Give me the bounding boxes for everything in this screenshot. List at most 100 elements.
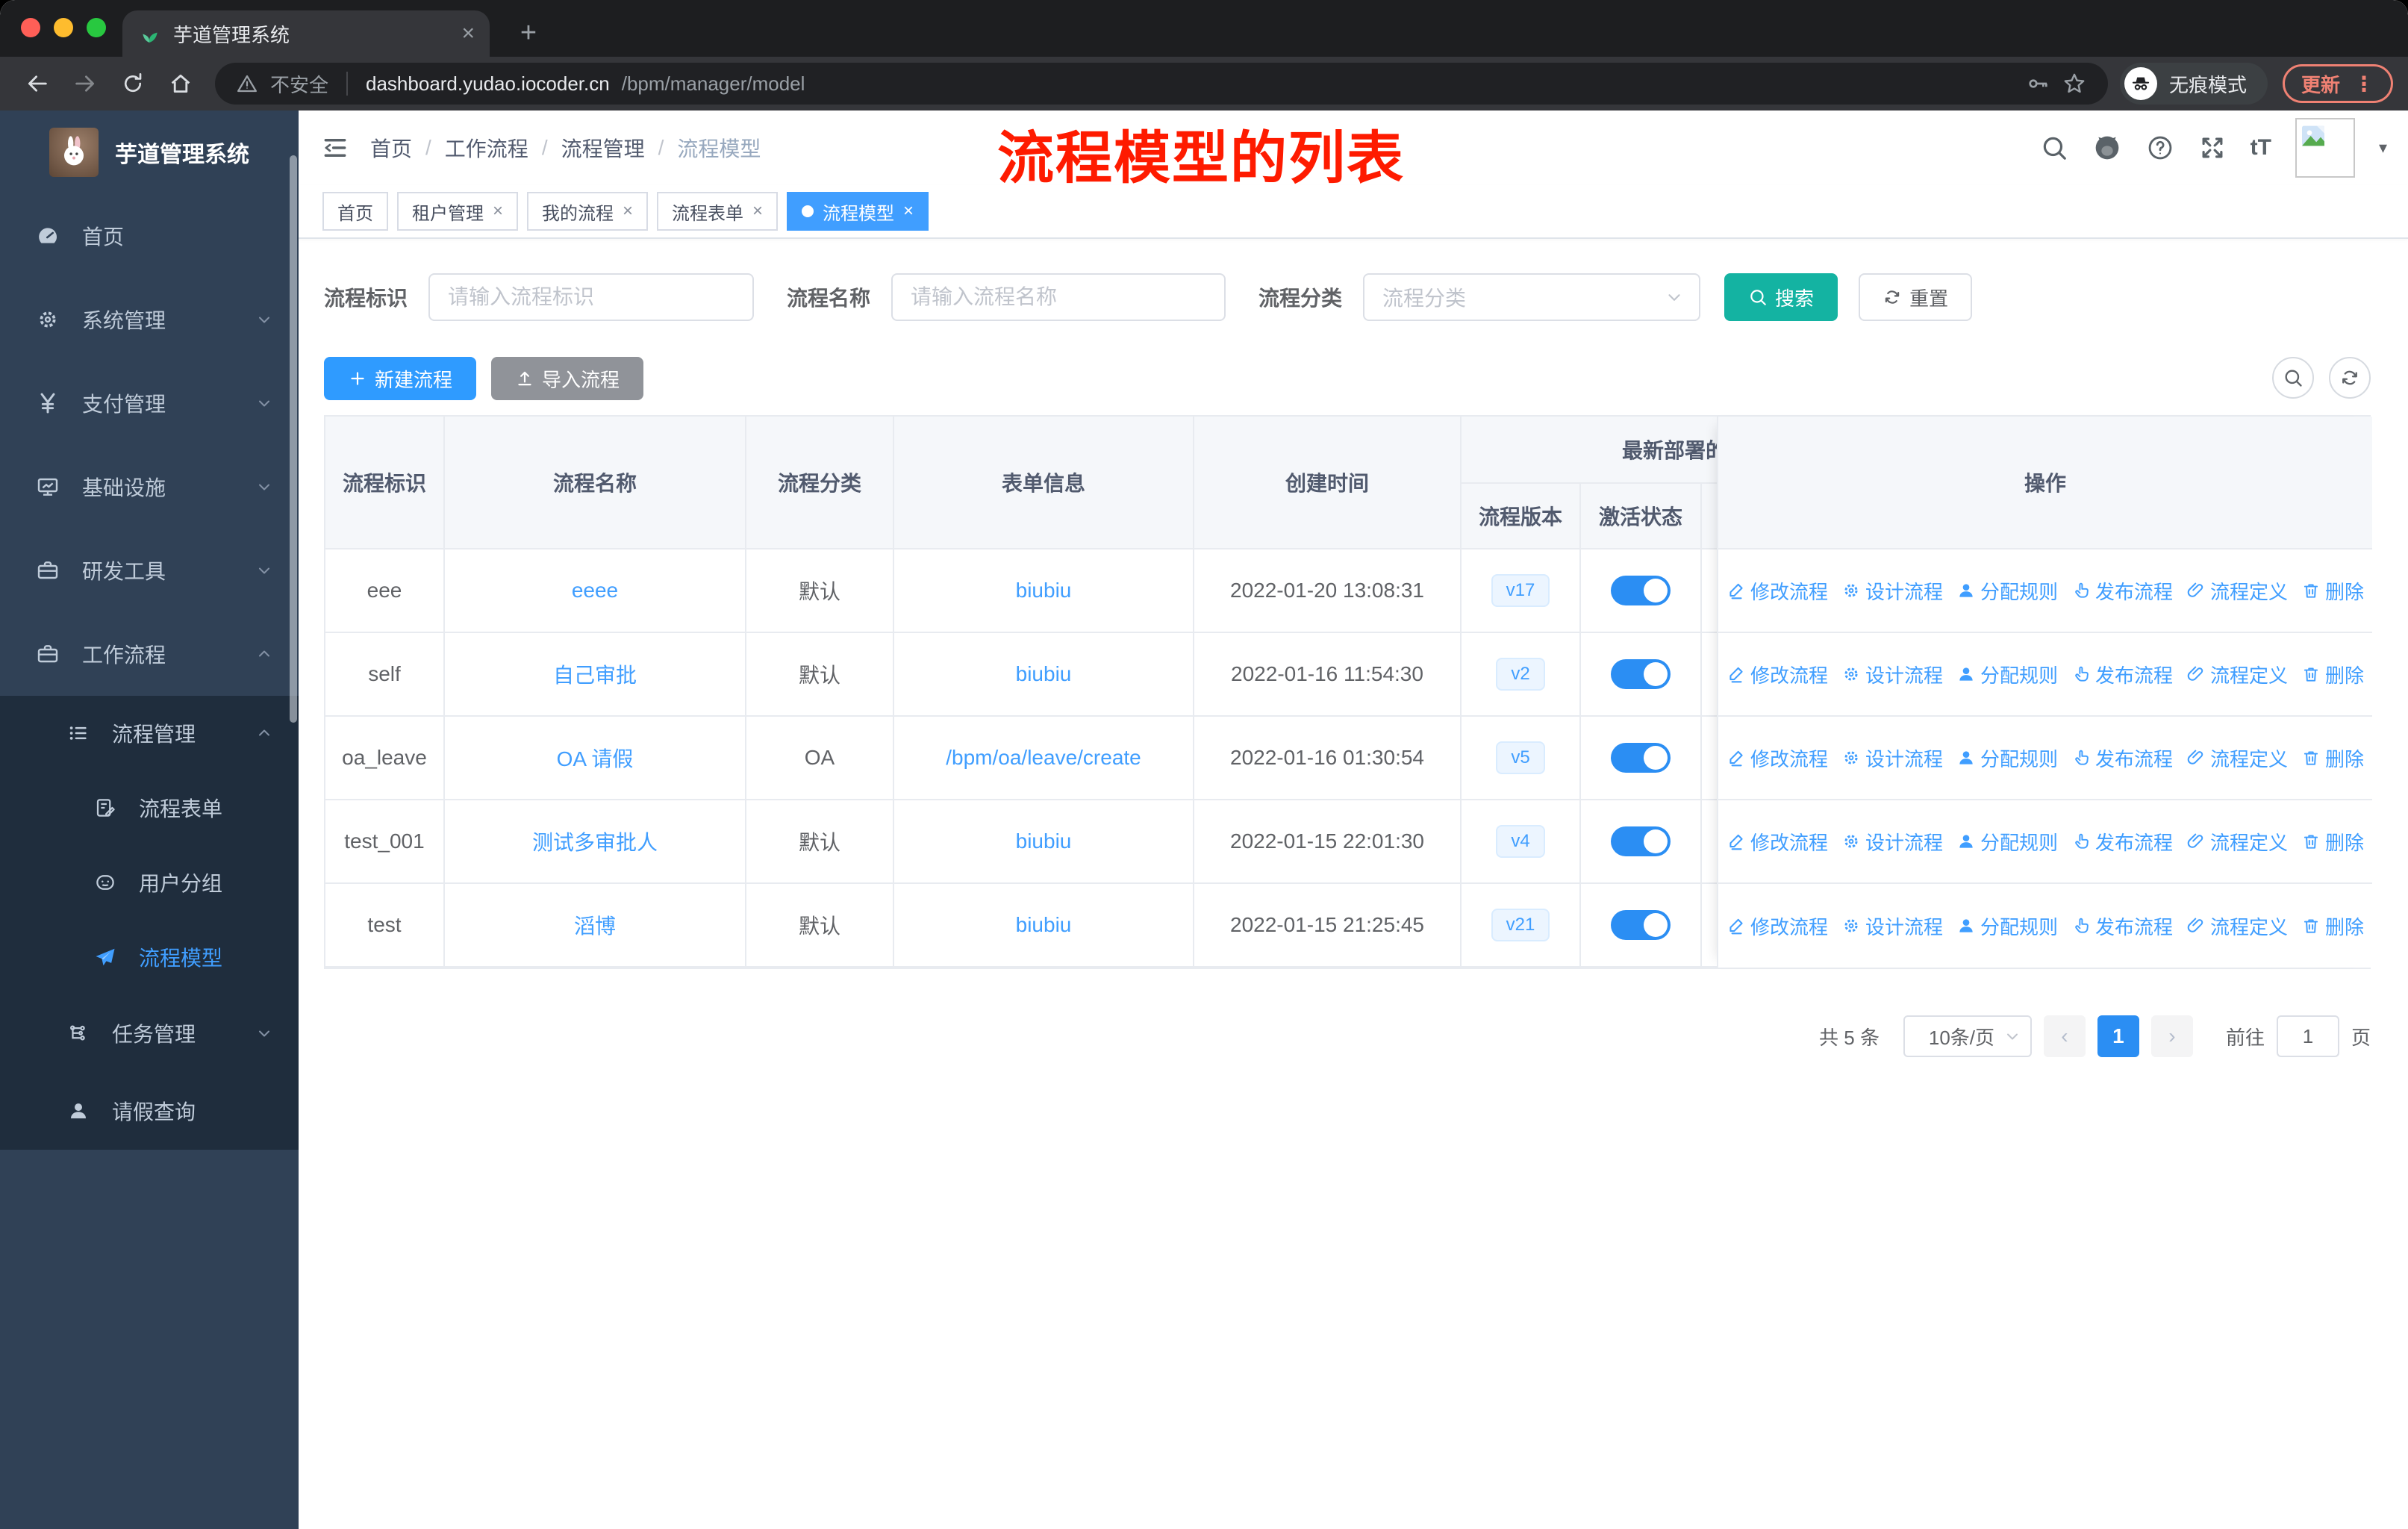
process-definition-link[interactable]: 流程定义 bbox=[2186, 828, 2288, 856]
process-name-input[interactable] bbox=[891, 273, 1226, 321]
minimize-window-button[interactable] bbox=[54, 18, 73, 37]
edit-process-link[interactable]: 修改流程 bbox=[1727, 828, 1828, 856]
publish-process-link[interactable]: 发布流程 bbox=[2071, 577, 2173, 605]
github-icon[interactable] bbox=[2092, 133, 2122, 163]
assign-rule-link[interactable]: 分配规则 bbox=[1956, 577, 2058, 605]
delete-link[interactable]: 删除 bbox=[2301, 661, 2364, 688]
avatar-caret-icon[interactable]: ▾ bbox=[2379, 138, 2387, 158]
sidebar-item-payment[interactable]: 支付管理 bbox=[0, 361, 299, 445]
reload-button[interactable] bbox=[110, 61, 155, 106]
publish-process-link[interactable]: 发布流程 bbox=[2071, 744, 2173, 772]
reset-button[interactable]: 重置 bbox=[1859, 273, 1973, 321]
process-name-link[interactable]: 测试多审批人 bbox=[532, 826, 658, 856]
tag-tenant[interactable]: 租户管理 × bbox=[397, 192, 519, 231]
security-label[interactable]: 不安全 bbox=[270, 70, 328, 98]
browser-menu-icon[interactable]: ⋮ bbox=[2354, 72, 2374, 96]
sidebar-item-process-form[interactable]: 流程表单 bbox=[0, 770, 299, 845]
version-badge[interactable]: v17 bbox=[1491, 574, 1550, 607]
back-button[interactable] bbox=[15, 61, 60, 106]
process-category-select[interactable]: 流程分类 bbox=[1363, 273, 1701, 321]
version-badge[interactable]: v5 bbox=[1496, 741, 1545, 774]
active-toggle[interactable] bbox=[1611, 576, 1671, 605]
next-page-button[interactable]: › bbox=[2150, 1015, 2193, 1057]
sidebar-scrollbar[interactable] bbox=[290, 155, 297, 723]
form-info-link[interactable]: biubiu bbox=[1016, 829, 1072, 853]
edit-process-link[interactable]: 修改流程 bbox=[1727, 744, 1828, 772]
process-name-link[interactable]: OA 请假 bbox=[557, 743, 634, 773]
sidebar-item-process-manage[interactable]: 流程管理 bbox=[0, 696, 299, 770]
sidebar-item-user-group[interactable]: 用户分组 bbox=[0, 845, 299, 920]
form-info-link[interactable]: /bpm/oa/leave/create bbox=[946, 746, 1141, 770]
password-key-icon[interactable] bbox=[2026, 72, 2050, 96]
version-badge[interactable]: v21 bbox=[1491, 909, 1550, 941]
page-number-button[interactable]: 1 bbox=[2097, 1015, 2139, 1057]
sidebar-item-infra[interactable]: 基础设施 bbox=[0, 445, 299, 529]
delete-link[interactable]: 删除 bbox=[2301, 828, 2364, 856]
refresh-table-button[interactable] bbox=[2329, 357, 2371, 399]
process-name-link[interactable]: eeee bbox=[572, 579, 618, 602]
import-process-button[interactable]: 导入流程 bbox=[491, 357, 644, 400]
active-toggle[interactable] bbox=[1611, 826, 1671, 856]
tag-close-icon[interactable]: × bbox=[493, 201, 503, 222]
font-size-icon[interactable]: tT bbox=[2251, 135, 2271, 161]
breadcrumb-item[interactable]: 工作流程 bbox=[445, 133, 528, 163]
bookmark-star-icon[interactable] bbox=[2062, 71, 2087, 96]
sidebar-item-devtools[interactable]: 研发工具 bbox=[0, 529, 299, 612]
chrome-update-button[interactable]: 更新 ⋮ bbox=[2282, 64, 2393, 103]
tag-process-model[interactable]: 流程模型 × bbox=[787, 192, 929, 231]
help-question-icon[interactable] bbox=[2146, 134, 2174, 162]
new-tab-button[interactable]: + bbox=[508, 12, 549, 54]
home-button[interactable] bbox=[158, 61, 203, 106]
sidebar-fold-icon[interactable] bbox=[321, 134, 349, 162]
form-info-link[interactable]: biubiu bbox=[1016, 579, 1072, 602]
publish-process-link[interactable]: 发布流程 bbox=[2071, 912, 2173, 940]
fullscreen-icon[interactable] bbox=[2198, 134, 2227, 162]
active-toggle[interactable] bbox=[1611, 743, 1671, 773]
edit-process-link[interactable]: 修改流程 bbox=[1727, 912, 1828, 940]
form-info-link[interactable]: biubiu bbox=[1016, 662, 1072, 686]
breadcrumb-item[interactable]: 首页 bbox=[370, 133, 412, 163]
forward-button[interactable] bbox=[63, 61, 107, 106]
assign-rule-link[interactable]: 分配规则 bbox=[1956, 828, 2058, 856]
zoom-window-button[interactable] bbox=[87, 18, 106, 37]
tag-home[interactable]: 首页 bbox=[322, 192, 388, 231]
active-toggle[interactable] bbox=[1611, 910, 1671, 940]
delete-link[interactable]: 删除 bbox=[2301, 912, 2364, 940]
process-definition-link[interactable]: 流程定义 bbox=[2186, 577, 2288, 605]
publish-process-link[interactable]: 发布流程 bbox=[2071, 828, 2173, 856]
design-process-link[interactable]: 设计流程 bbox=[1841, 828, 1943, 856]
tag-close-icon[interactable]: × bbox=[903, 201, 914, 222]
form-info-link[interactable]: biubiu bbox=[1016, 913, 1072, 937]
tag-close-icon[interactable]: × bbox=[752, 201, 763, 222]
sidebar-item-home[interactable]: 首页 bbox=[0, 194, 299, 278]
prev-page-button[interactable]: ‹ bbox=[2043, 1015, 2086, 1057]
goto-page-input[interactable] bbox=[2276, 1015, 2339, 1057]
tag-process-form[interactable]: 流程表单 × bbox=[657, 192, 779, 231]
browser-tab[interactable]: 芋道管理系统 × bbox=[122, 10, 490, 57]
active-toggle[interactable] bbox=[1611, 659, 1671, 689]
design-process-link[interactable]: 设计流程 bbox=[1841, 744, 1943, 772]
close-window-button[interactable] bbox=[21, 18, 40, 37]
sidebar-item-system[interactable]: 系统管理 bbox=[0, 278, 299, 361]
process-name-link[interactable]: 自己审批 bbox=[553, 659, 637, 689]
avatar[interactable] bbox=[2295, 118, 2355, 178]
edit-process-link[interactable]: 修改流程 bbox=[1727, 661, 1828, 688]
process-key-input[interactable] bbox=[428, 273, 755, 321]
process-name-link[interactable]: 滔博 bbox=[574, 910, 616, 940]
create-process-button[interactable]: 新建流程 bbox=[324, 357, 477, 400]
delete-link[interactable]: 删除 bbox=[2301, 744, 2364, 772]
address-bar[interactable]: 不安全 dashboard.yudao.iocoder.cn/bpm/manag… bbox=[215, 63, 2108, 105]
delete-link[interactable]: 删除 bbox=[2301, 577, 2364, 605]
process-definition-link[interactable]: 流程定义 bbox=[2186, 744, 2288, 772]
sidebar-item-process-model[interactable]: 流程模型 bbox=[0, 920, 299, 994]
app-logo-row[interactable]: 芋道管理系统 bbox=[0, 110, 299, 194]
version-badge[interactable]: v4 bbox=[1496, 825, 1545, 858]
sidebar-item-leave-query[interactable]: 请假查询 bbox=[0, 1072, 299, 1150]
macos-traffic-lights[interactable] bbox=[21, 18, 106, 37]
assign-rule-link[interactable]: 分配规则 bbox=[1956, 912, 2058, 940]
toggle-search-button[interactable] bbox=[2272, 357, 2314, 399]
process-definition-link[interactable]: 流程定义 bbox=[2186, 661, 2288, 688]
tag-close-icon[interactable]: × bbox=[623, 201, 633, 222]
assign-rule-link[interactable]: 分配规则 bbox=[1956, 661, 2058, 688]
version-badge[interactable]: v2 bbox=[1496, 658, 1545, 691]
